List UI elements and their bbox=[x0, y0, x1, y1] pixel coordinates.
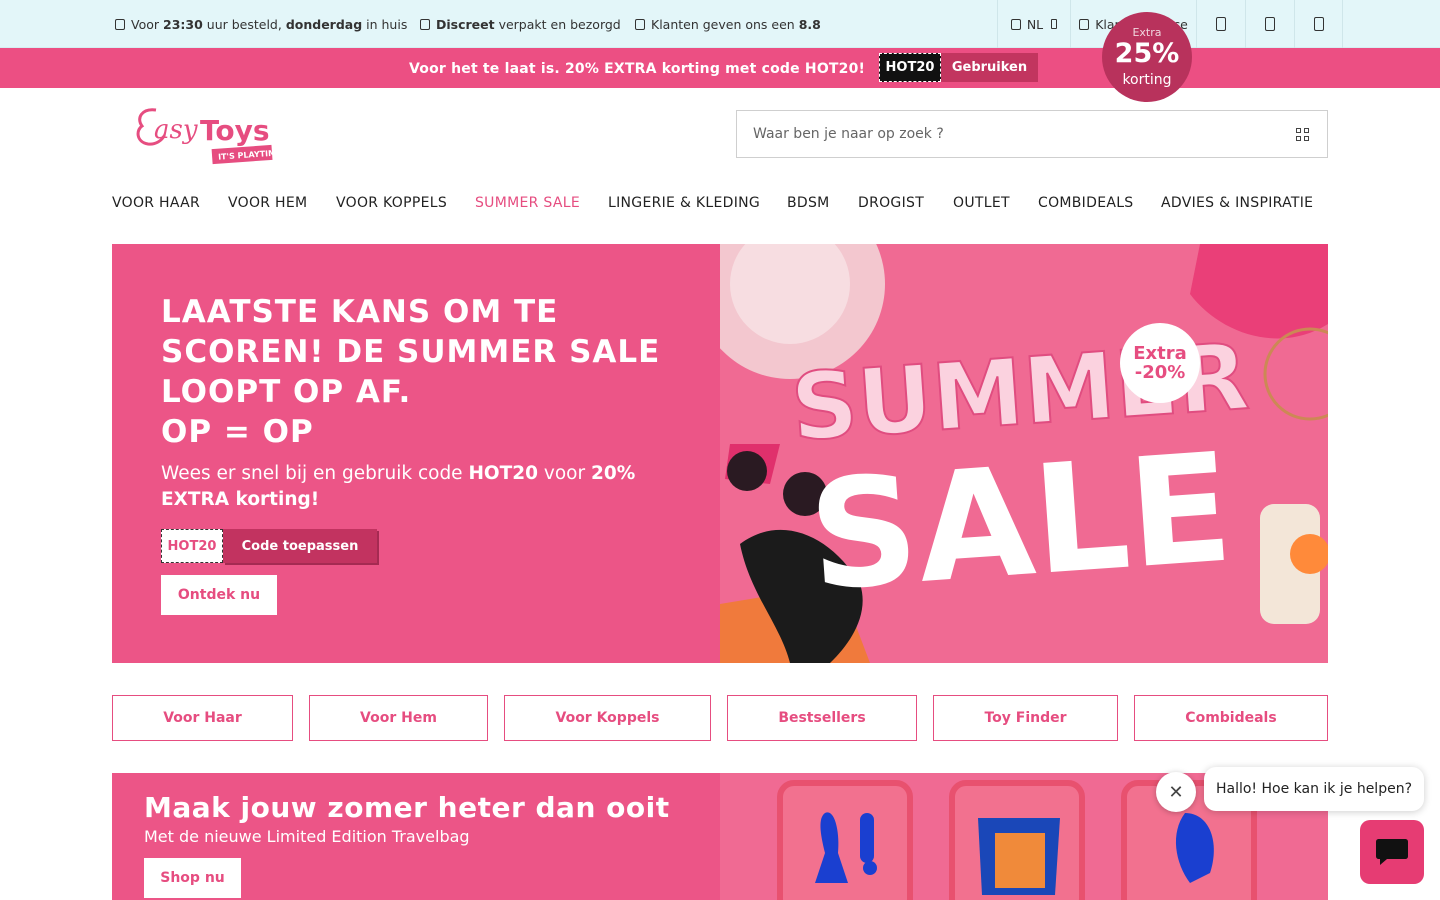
summer-sale-image[interactable]: SUMMER SUMMER SALE bbox=[695, 244, 1328, 663]
shop-now-button[interactable]: Shop nu bbox=[144, 858, 241, 898]
usp-rating: Klanten geven ons een 8.8 bbox=[635, 17, 821, 32]
svg-text:asy: asy bbox=[154, 115, 198, 145]
quick-link-combideals[interactable]: Combideals bbox=[1134, 695, 1328, 741]
quick-link-voor-hem[interactable]: Voor Hem bbox=[309, 695, 488, 741]
chat-icon bbox=[1376, 839, 1408, 865]
search-icon[interactable] bbox=[1296, 128, 1310, 142]
search-bar bbox=[736, 110, 1328, 158]
chat-launcher-button[interactable] bbox=[1360, 820, 1424, 884]
promo-text: Voor het te laat is. 20% EXTRA korting m… bbox=[409, 61, 866, 77]
usp-discreet: Discreet verpakt en bezorgd bbox=[420, 17, 621, 32]
chat-close-button[interactable]: ✕ bbox=[1156, 772, 1196, 812]
hero-code-box: HOT20 Code toepassen bbox=[161, 529, 377, 563]
easytoys-logo[interactable]: asy Toys IT'S PLAYTIME! bbox=[134, 102, 285, 166]
quick-link-bestsellers[interactable]: Bestsellers bbox=[727, 695, 917, 741]
close-icon: ✕ bbox=[1168, 781, 1184, 803]
promo-code[interactable]: HOT20 bbox=[879, 53, 941, 82]
extra-discount-badge: Extra -20% bbox=[1120, 323, 1200, 403]
wishlist-button[interactable] bbox=[1245, 0, 1294, 48]
cart-button[interactable] bbox=[1294, 0, 1343, 48]
hero-subtitle: Wees er snel bij en gebruik code HOT20 v… bbox=[161, 463, 636, 510]
nav-voor-haar[interactable]: VOOR HAAR bbox=[112, 195, 200, 211]
quick-link-toy-finder[interactable]: Toy Finder bbox=[933, 695, 1118, 741]
hero-title: LAATSTE KANS OM TE SCOREN! DE SUMMER SAL… bbox=[161, 294, 661, 450]
clock-icon bbox=[115, 19, 125, 30]
nav-lingerie-kleding[interactable]: LINGERIE & KLEDING bbox=[608, 195, 760, 211]
account-button[interactable] bbox=[1196, 0, 1245, 48]
apply-code-button[interactable]: Code toepassen bbox=[223, 529, 377, 563]
nav-outlet[interactable]: OUTLET bbox=[953, 195, 1010, 211]
banner2-subtitle: Met de nieuwe Limited Edition Travelbag bbox=[144, 827, 470, 846]
globe-icon bbox=[1010, 18, 1021, 30]
usp-delivery: Voor 23:30 uur besteld, donderdag in hui… bbox=[115, 17, 407, 32]
chevron-down-icon bbox=[1051, 19, 1058, 29]
quick-link-voor-koppels[interactable]: Voor Koppels bbox=[504, 695, 711, 741]
package-icon bbox=[420, 19, 430, 30]
nav-combideals[interactable]: COMBIDEALS bbox=[1038, 195, 1134, 211]
hero-promo-code[interactable]: HOT20 bbox=[161, 529, 223, 563]
discover-button[interactable]: Ontdek nu bbox=[161, 575, 277, 615]
heart-icon bbox=[1265, 17, 1275, 31]
nav-drogist[interactable]: DROGIST bbox=[858, 195, 924, 211]
chat-greeting[interactable]: Hallo! Hoe kan ik je helpen? bbox=[1204, 767, 1424, 811]
nav-voor-koppels[interactable]: VOOR KOPPELS bbox=[336, 195, 447, 211]
quick-link-voor-haar[interactable]: Voor Haar bbox=[112, 695, 293, 741]
cart-icon bbox=[1313, 17, 1324, 31]
user-icon bbox=[1216, 17, 1226, 31]
svg-text:Toys: Toys bbox=[200, 114, 270, 147]
nav-voor-hem[interactable]: VOOR HEM bbox=[228, 195, 307, 211]
help-icon bbox=[1079, 18, 1090, 30]
svg-text:SALE: SALE bbox=[804, 421, 1237, 624]
nav-advies-inspiratie[interactable]: ADVIES & INSPIRATIE bbox=[1161, 195, 1313, 211]
hero-banner: LAATSTE KANS OM TE SCOREN! DE SUMMER SAL… bbox=[112, 244, 1328, 663]
nav-summer-sale[interactable]: SUMMER SALE bbox=[475, 195, 580, 211]
star-icon bbox=[635, 19, 645, 30]
travelbag-banner: Maak jouw zomer heter dan ooit Met de ni… bbox=[112, 773, 1328, 900]
nav-bdsm[interactable]: BDSM bbox=[787, 195, 830, 211]
language-selector[interactable]: NL bbox=[997, 0, 1070, 48]
promo-bar: Voor het te laat is. 20% EXTRA korting m… bbox=[0, 48, 1440, 88]
usp-bar: Voor 23:30 uur besteld, donderdag in hui… bbox=[0, 0, 1440, 48]
promo-use-button[interactable]: Gebruiken bbox=[941, 53, 1038, 82]
search-input[interactable] bbox=[737, 111, 1277, 157]
banner2-title: Maak jouw zomer heter dan ooit bbox=[144, 791, 670, 824]
discount-badge-25: Extra 25% korting bbox=[1102, 12, 1192, 102]
